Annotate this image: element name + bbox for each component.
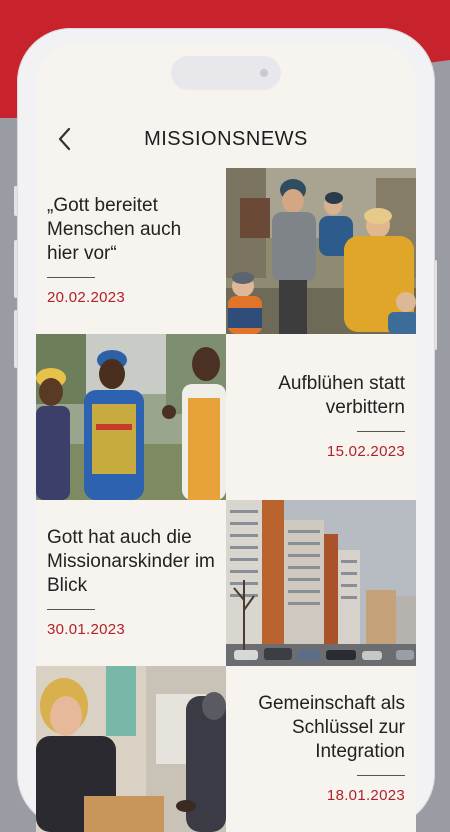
divider bbox=[357, 775, 405, 776]
news-date: 18.01.2023 bbox=[326, 787, 405, 804]
news-headline: „Gott bereitet Menschen auch hier vor“ bbox=[47, 195, 182, 264]
news-item-1[interactable]: „Gott bereitet Menschen auch hier vor“ 2… bbox=[36, 168, 416, 334]
news-headline: Gemeinschaft als Schlüssel zur Integrati… bbox=[258, 693, 405, 762]
news-text-block: Gott hat auch die Missionarskinder im Bl… bbox=[36, 500, 226, 666]
divider bbox=[47, 609, 95, 610]
women-photo bbox=[36, 334, 226, 500]
page-title: MISSIONSNEWS bbox=[144, 128, 308, 150]
family-photo bbox=[226, 168, 416, 334]
news-item-2[interactable]: Aufblühen statt verbittern 15.02.2023 bbox=[36, 334, 416, 500]
news-text-block: Gemeinschaft als Schlüssel zur Integrati… bbox=[226, 666, 416, 832]
news-headline: Aufblühen statt verbittern bbox=[278, 373, 405, 418]
apartment-blocks-photo bbox=[226, 500, 416, 666]
news-headline: Gott hat auch die Missionarskinder im Bl… bbox=[47, 527, 215, 596]
news-date: 30.01.2023 bbox=[47, 621, 126, 638]
news-date: 20.02.2023 bbox=[47, 289, 126, 306]
divider bbox=[357, 431, 405, 432]
news-item-4[interactable]: Gemeinschaft als Schlüssel zur Integrati… bbox=[36, 666, 416, 832]
news-text-block: Aufblühen statt verbittern 15.02.2023 bbox=[226, 334, 416, 500]
news-text-block: „Gott bereitet Menschen auch hier vor“ 2… bbox=[36, 168, 226, 334]
app-header: MISSIONSNEWS bbox=[36, 120, 416, 160]
divider bbox=[47, 277, 95, 278]
news-date: 15.02.2023 bbox=[326, 443, 405, 460]
classroom-photo bbox=[36, 666, 226, 832]
news-item-3[interactable]: Gott hat auch die Missionarskinder im Bl… bbox=[36, 500, 416, 666]
camera-icon bbox=[260, 69, 268, 77]
